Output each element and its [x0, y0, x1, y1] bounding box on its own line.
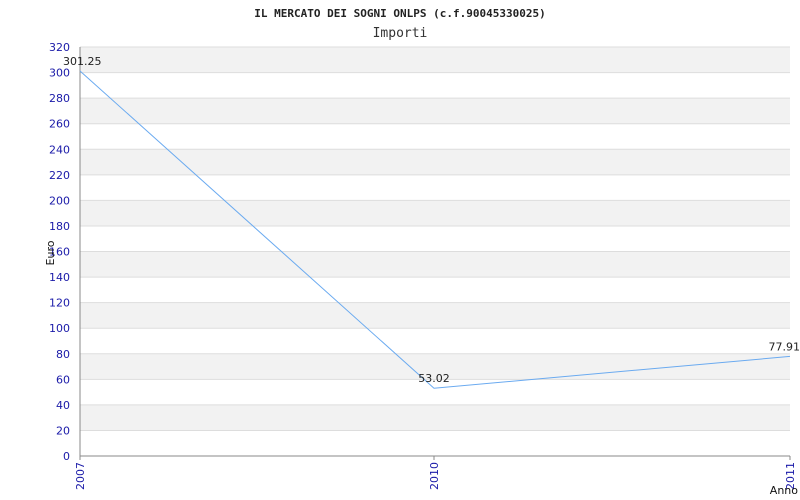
data-label: 53.02: [418, 372, 450, 385]
y-tick-label: 40: [56, 399, 70, 412]
y-tick-label: 0: [63, 450, 70, 463]
y-tick-label: 140: [49, 271, 70, 284]
grid-band: [80, 302, 790, 329]
grid-band: [80, 200, 790, 226]
data-label: 301.25: [63, 55, 102, 68]
y-tick-label: 320: [49, 41, 70, 54]
chart-subtitle: Importi: [373, 26, 428, 41]
y-tick-label: 260: [49, 118, 70, 131]
x-tick-labels: 2007 2010 2011: [74, 456, 797, 490]
y-tick-label: 100: [49, 322, 70, 335]
y-tick-label: 20: [56, 424, 70, 437]
grid-band: [80, 404, 790, 431]
x-tick-label: 2007: [74, 462, 87, 490]
grid-band: [80, 98, 790, 124]
y-tick-label: 80: [56, 348, 70, 361]
chart-container: 0 20 40 60 80 100 120 140 160 180 200 220 240 260 280 3…: [0, 0, 800, 500]
y-tick-label: 120: [49, 297, 70, 310]
line-chart: 0204060801001201401601802002202402602803…: [44, 7, 800, 497]
y-tick-label: 200: [49, 194, 70, 207]
y-axis-label: Euro: [44, 240, 57, 265]
grid-band: [80, 149, 790, 175]
y-tick-label: 220: [49, 169, 70, 182]
grid-band: [80, 251, 790, 278]
y-tick-label: 240: [49, 143, 70, 156]
chart-title: IL MERCATO DEI SOGNI ONLPS (c.f.90045330…: [254, 7, 545, 20]
x-axis-label: Anno: [770, 484, 798, 497]
y-tick-label: 280: [49, 92, 70, 105]
x-tick-label: 2010: [428, 462, 441, 490]
data-label: 77.91: [769, 340, 800, 353]
y-tick-label: 300: [49, 67, 70, 80]
y-tick-label: 180: [49, 220, 70, 233]
y-tick-label: 60: [56, 373, 70, 386]
grid-band: [80, 47, 790, 73]
